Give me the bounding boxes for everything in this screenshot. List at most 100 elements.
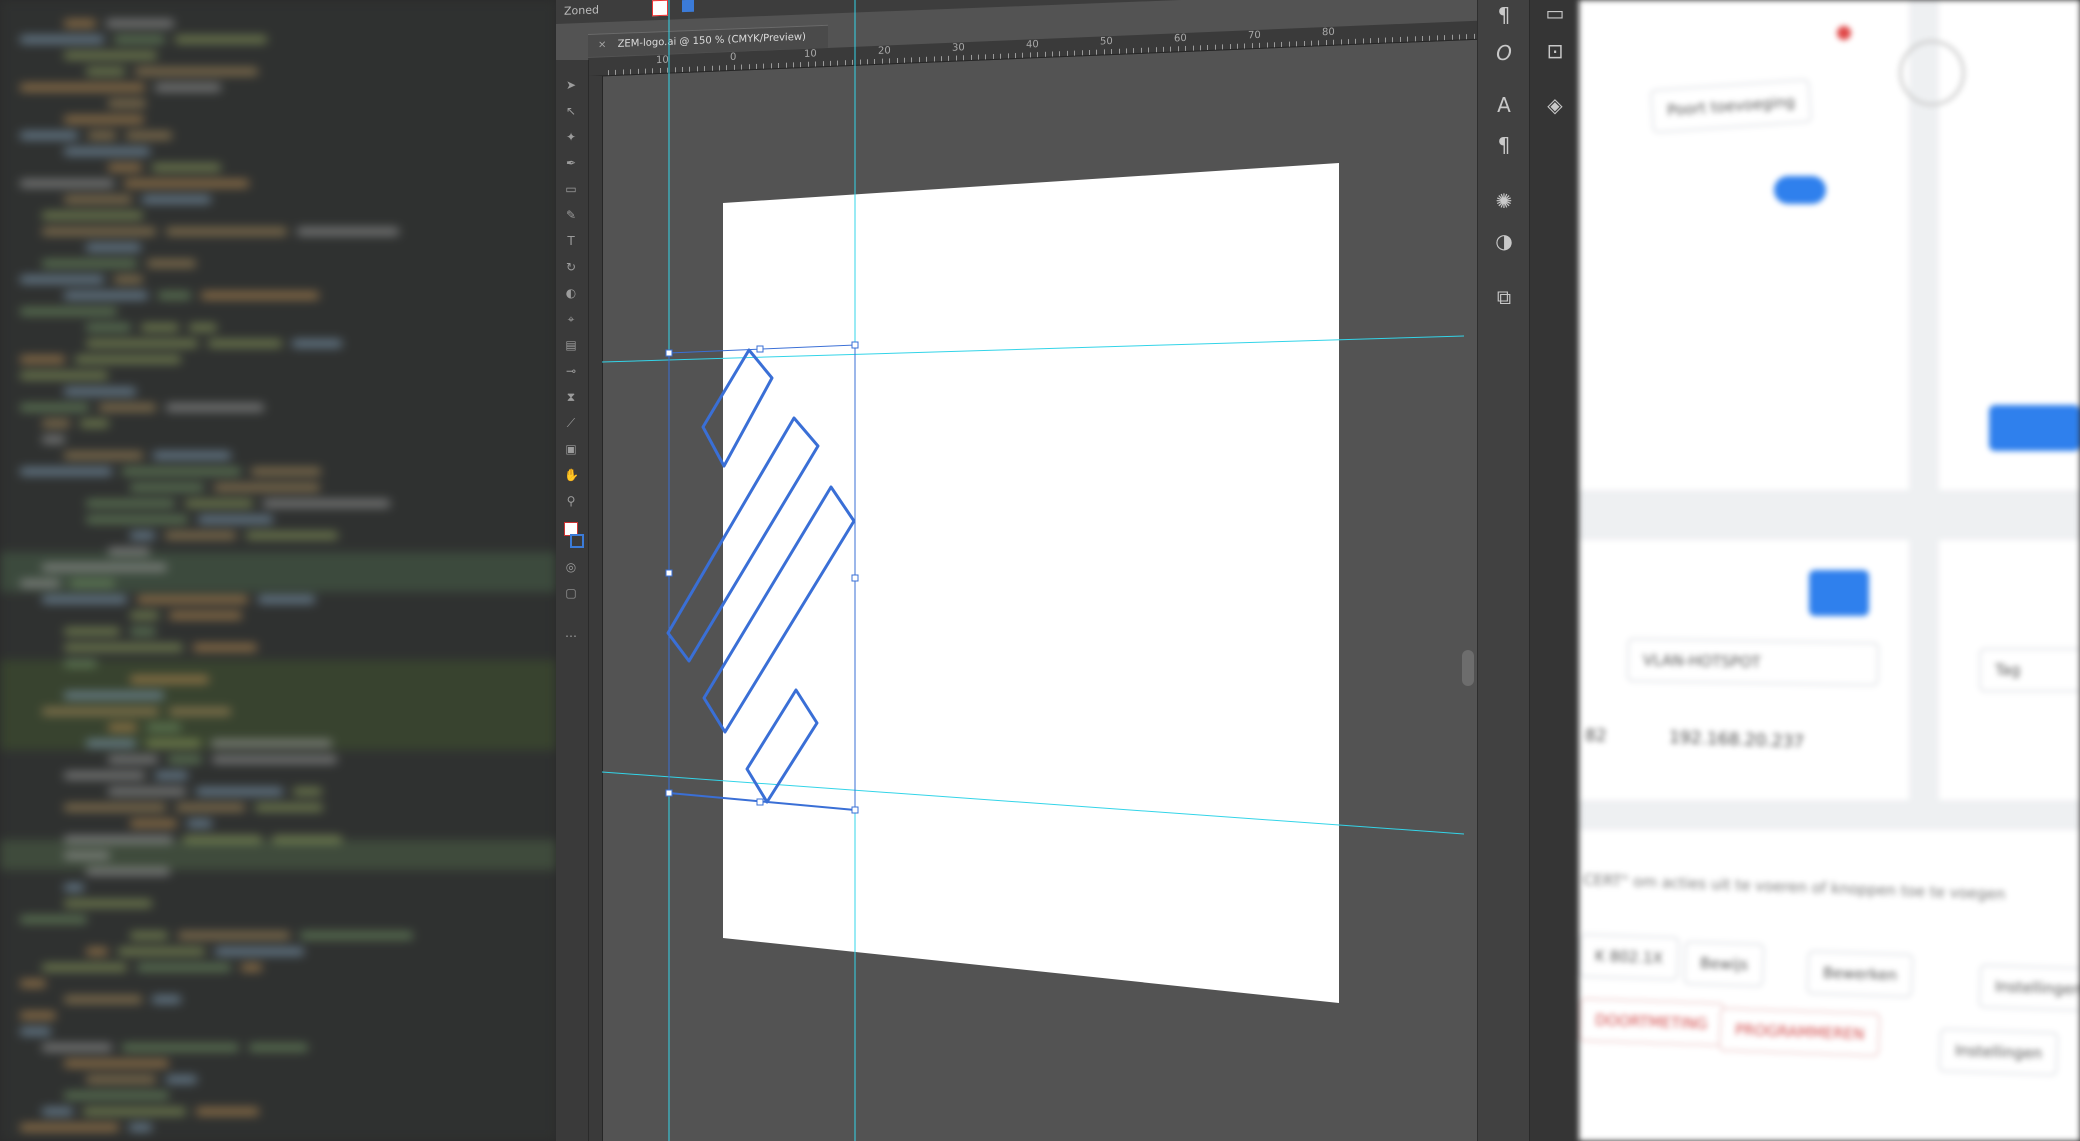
action-button-danger[interactable]: DOORTMETING <box>1579 997 1725 1047</box>
action-button-label: DOORTMETING <box>1594 1011 1708 1033</box>
code-line <box>20 276 104 283</box>
code-line <box>64 852 110 859</box>
code-line <box>20 404 89 411</box>
code-line <box>20 356 65 363</box>
code-line <box>64 292 148 299</box>
code-line <box>42 1108 73 1115</box>
code-line <box>118 948 205 955</box>
selection-handle[interactable] <box>851 806 859 814</box>
action-button[interactable]: Bewijs <box>1683 940 1765 988</box>
code-line <box>42 708 159 715</box>
code-line <box>147 724 181 731</box>
selection-handle[interactable] <box>756 345 764 353</box>
code-line <box>196 1108 259 1115</box>
code-line <box>166 404 264 411</box>
selection-handle[interactable] <box>665 349 673 357</box>
code-highlight-band <box>0 660 556 750</box>
code-line <box>165 532 236 539</box>
action-button[interactable]: K 802.1X <box>1579 933 1680 981</box>
action-button[interactable]: Instellingen <box>1938 1027 2059 1077</box>
code-line <box>129 1124 152 1131</box>
selection-handle[interactable] <box>665 569 673 577</box>
code-line <box>83 1108 186 1115</box>
canvas-scrollbar[interactable] <box>1462 650 1474 686</box>
code-line <box>20 372 108 379</box>
panel-dock: ¶ O A ¶ ✺ ◑ ⧉ <box>1477 0 1530 1141</box>
paragraph-icon[interactable]: ¶ <box>1491 2 1517 28</box>
vlan-select-value: VLAN-HOTSPOT <box>1642 651 1761 672</box>
code-line <box>20 1124 119 1131</box>
selection-handle[interactable] <box>665 789 673 797</box>
action-button-danger[interactable]: PROGRAMMEREN <box>1718 1007 1882 1057</box>
code-line <box>88 132 116 139</box>
code-line <box>155 84 221 91</box>
code-line <box>175 36 267 43</box>
selection-handle[interactable] <box>756 798 764 806</box>
code-line <box>130 532 155 539</box>
code-line <box>126 132 172 139</box>
code-line <box>64 388 136 395</box>
code-line <box>258 596 315 603</box>
code-line <box>246 532 338 539</box>
code-line <box>146 740 201 747</box>
code-line <box>249 1044 308 1051</box>
code-line <box>42 228 156 235</box>
code-line <box>42 596 127 603</box>
edit-button[interactable] <box>1809 570 1869 616</box>
code-line <box>292 340 342 347</box>
tag-input[interactable]: Tag <box>1979 648 2080 692</box>
code-line <box>42 260 137 267</box>
code-line <box>64 996 142 1003</box>
pathfinder-icon[interactable]: ⧉ <box>1491 284 1517 310</box>
glyphs-icon[interactable]: O <box>1491 40 1517 66</box>
code-line <box>130 676 209 683</box>
selection-handle[interactable] <box>851 574 859 582</box>
code-line <box>64 148 150 155</box>
code-line <box>20 916 87 923</box>
primary-action-button[interactable] <box>1989 405 2080 451</box>
code-line <box>215 948 304 955</box>
code-line <box>108 788 186 795</box>
code-line <box>20 180 114 187</box>
paragraph-styles-icon[interactable]: ¶ <box>1491 132 1517 158</box>
code-line <box>130 484 204 491</box>
export-icon[interactable]: ⊡ <box>1542 38 1568 64</box>
code-line <box>20 84 145 91</box>
transparency-icon[interactable]: ◑ <box>1491 228 1517 254</box>
character-styles-icon[interactable]: A <box>1491 92 1517 118</box>
code-line <box>122 468 241 475</box>
code-line <box>168 756 202 763</box>
code-line <box>201 292 319 299</box>
selection-handle[interactable] <box>851 341 859 349</box>
action-button[interactable]: Instellingen <box>1978 963 2080 1013</box>
code-line <box>86 740 136 747</box>
toggle-switch[interactable] <box>1774 176 1826 204</box>
code-line <box>155 772 188 779</box>
code-line <box>137 964 231 971</box>
code-line <box>64 452 143 459</box>
code-line <box>166 228 287 235</box>
layers-icon[interactable]: ◈ <box>1542 92 1568 118</box>
tag-input-placeholder: Tag <box>1995 661 2021 679</box>
code-line <box>272 836 342 843</box>
code-line <box>64 1092 169 1099</box>
code-line <box>124 180 249 187</box>
action-button[interactable]: Bewerken <box>1806 950 1914 998</box>
code-line <box>64 196 132 203</box>
code-line <box>20 1012 56 1019</box>
code-line <box>193 644 257 651</box>
code-line <box>20 308 117 315</box>
vlan-select[interactable]: VLAN-HOTSPOT <box>1626 637 1880 687</box>
code-line <box>212 756 337 763</box>
code-line <box>99 404 156 411</box>
network-config-webpage: Poort toevoeging VLAN-HOTSPOT 82 192.168… <box>1579 0 2080 1141</box>
code-line <box>152 996 181 1003</box>
comments-icon[interactable]: ▭ <box>1542 0 1568 26</box>
code-line <box>178 932 290 939</box>
code-line <box>293 788 322 795</box>
code-line <box>70 580 115 587</box>
code-line <box>122 1044 239 1051</box>
appearance-icon[interactable]: ✺ <box>1491 188 1517 214</box>
code-line <box>185 500 253 507</box>
code-line <box>42 420 70 427</box>
